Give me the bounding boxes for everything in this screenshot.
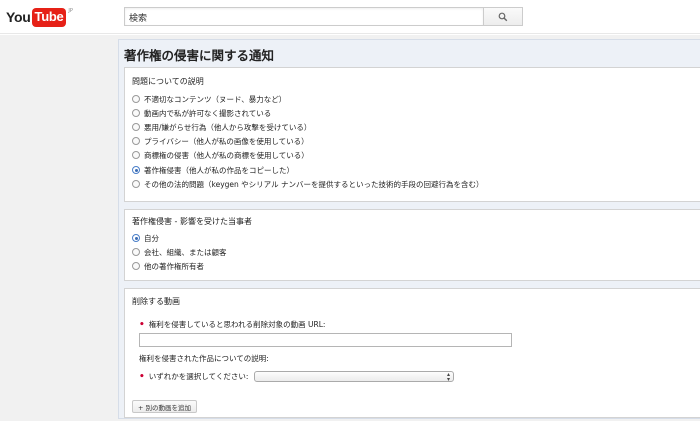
work-type-select[interactable]: ▴ ▾ <box>254 371 454 383</box>
affected-party-title: 著作権侵害 - 影響を受けた当事者 <box>132 217 252 226</box>
problem-option[interactable]: その他の法的問題（keygen やシリアル ナンバーを提供するといった技術的手段… <box>132 178 483 190</box>
option-label: プライバシー（他人が私の画像を使用している） <box>144 136 309 146</box>
select-label-text: いずれかを選択してください: <box>148 372 249 381</box>
logo-region: JP <box>68 8 73 14</box>
logo-text-tube: Tube <box>31 8 67 27</box>
search-icon <box>498 12 508 21</box>
radio-button[interactable] <box>132 248 140 256</box>
youtube-logo[interactable]: You Tube JP <box>6 7 73 27</box>
radio-button[interactable] <box>132 151 140 159</box>
problem-option[interactable]: 不適切なコンテンツ（ヌード、暴力など） <box>132 93 286 105</box>
video-url-input[interactable] <box>139 333 512 347</box>
logo-text-you: You <box>6 9 31 25</box>
problem-title: 問題についての説明 <box>132 77 204 86</box>
problem-option[interactable]: 悪用/嫌がらせ行為（他人から攻撃を受けている） <box>132 121 311 133</box>
add-video-button[interactable]: + 別の動画を追加 <box>132 400 198 413</box>
remove-videos-card: 削除する動画 • 権利を侵害していると思われる削除対象の動画 URL: 権利を侵… <box>124 288 700 418</box>
page-title: 著作権の侵害に関する通知 <box>124 48 275 63</box>
problem-option-copyright[interactable]: 著作権侵害（他人が私の作品をコピーした） <box>132 164 294 176</box>
work-description-label: 権利を侵害された作品についての説明: <box>139 354 269 363</box>
required-marker: • <box>139 371 145 382</box>
problem-card: 問題についての説明 不適切なコンテンツ（ヌード、暴力など） 動画内で私が許可なく… <box>124 67 700 202</box>
party-option-self[interactable]: 自分 <box>132 232 159 244</box>
radio-button[interactable] <box>132 180 140 188</box>
url-field-label: • 権利を侵害していると思われる削除対象の動画 URL: <box>139 319 325 330</box>
radio-button[interactable] <box>132 137 140 145</box>
option-label: 自分 <box>144 233 159 243</box>
search-button[interactable] <box>483 7 523 26</box>
remove-videos-title: 削除する動画 <box>132 297 180 306</box>
search-input[interactable]: 検索 <box>124 7 484 26</box>
select-label: • いずれかを選択してください: <box>139 371 248 382</box>
radio-button[interactable] <box>132 262 140 270</box>
required-marker: • <box>139 319 145 330</box>
affected-party-card: 著作権侵害 - 影響を受けた当事者 自分 会社、組織、または顧客 他の著作権所有… <box>124 209 700 281</box>
search-placeholder: 検索 <box>129 14 148 24</box>
radio-button-selected[interactable] <box>132 166 140 174</box>
option-label: その他の法的問題（keygen やシリアル ナンバーを提供するといった技術的手段… <box>144 179 484 189</box>
radio-button[interactable] <box>132 95 140 103</box>
option-label: 悪用/嫌がらせ行為（他人から攻撃を受けている） <box>144 122 312 132</box>
option-label: 著作権侵害（他人が私の作品をコピーした） <box>144 165 294 175</box>
select-arrows-icon: ▴ ▾ <box>446 371 450 383</box>
option-label: 商標権の侵害（他人が私の商標を使用している） <box>144 150 309 160</box>
option-label: 会社、組織、または顧客 <box>144 247 227 257</box>
problem-option[interactable]: 動画内で私が許可なく撮影されている <box>132 107 271 119</box>
option-label: 動画内で私が許可なく撮影されている <box>144 108 272 118</box>
radio-button-selected[interactable] <box>132 234 140 242</box>
radio-button[interactable] <box>132 109 140 117</box>
party-option[interactable]: 会社、組織、または顧客 <box>132 246 227 258</box>
radio-button[interactable] <box>132 123 140 131</box>
party-option[interactable]: 他の著作権所有者 <box>132 260 204 272</box>
url-label-text: 権利を侵害していると思われる削除対象の動画 URL: <box>148 320 326 329</box>
option-label: 他の著作権所有者 <box>144 261 204 271</box>
problem-option[interactable]: 商標権の侵害（他人が私の商標を使用している） <box>132 149 309 161</box>
option-label: 不適切なコンテンツ（ヌード、暴力など） <box>144 94 287 104</box>
problem-option[interactable]: プライバシー（他人が私の画像を使用している） <box>132 135 309 147</box>
top-header: You Tube JP 検索 <box>0 0 700 34</box>
